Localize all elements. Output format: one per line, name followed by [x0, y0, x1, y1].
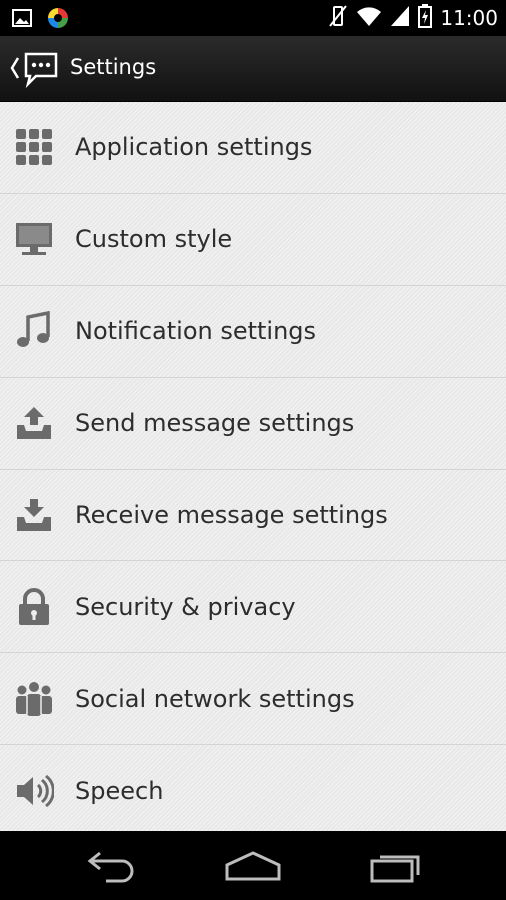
- nav-home-button[interactable]: [223, 849, 283, 885]
- battery-icon: [418, 4, 433, 32]
- page-title: Settings: [70, 55, 157, 79]
- people-icon: [14, 679, 54, 719]
- monitor-icon: [14, 219, 54, 259]
- list-item-label: Social network settings: [75, 684, 355, 713]
- list-item-send-message-settings[interactable]: Send message settings: [0, 378, 506, 470]
- home-nav-icon: [225, 851, 281, 881]
- music-note-icon: [14, 311, 54, 351]
- list-item-social-network-settings[interactable]: Social network settings: [0, 653, 506, 746]
- list-item-receive-message-settings[interactable]: Receive message settings: [0, 470, 506, 562]
- list-item-label: Custom style: [75, 225, 233, 254]
- nav-recents-button[interactable]: [366, 849, 426, 885]
- settings-list: Application settings Custom style Notifi…: [0, 102, 506, 831]
- back-nav-icon: [87, 851, 134, 883]
- grid-icon: [14, 127, 54, 167]
- list-item-label: Notification settings: [75, 317, 317, 346]
- list-item-security-privacy[interactable]: Security & privacy: [0, 561, 506, 654]
- list-item-speech[interactable]: Speech: [0, 745, 506, 831]
- lock-icon: [14, 587, 54, 627]
- recents-nav-icon: [370, 855, 420, 883]
- app-logo-icon: [46, 6, 70, 34]
- receive-tray-icon: [14, 495, 54, 535]
- status-bar: 11:00: [0, 0, 506, 36]
- list-item-label: Send message settings: [75, 409, 355, 438]
- vibrate-icon: [328, 4, 348, 32]
- speaker-icon: [14, 771, 55, 811]
- gallery-icon: [12, 8, 32, 32]
- wifi-icon: [356, 5, 382, 31]
- list-item-label: Receive message settings: [75, 501, 388, 529]
- nav-bar: [0, 831, 506, 900]
- list-item-custom-style[interactable]: Custom style: [0, 194, 506, 286]
- nav-back-button[interactable]: [82, 849, 142, 885]
- chat-bubble-icon: [10, 52, 58, 89]
- send-tray-icon: [14, 403, 54, 443]
- list-item-notification-settings[interactable]: Notification settings: [0, 286, 506, 378]
- action-bar: Settings: [0, 36, 506, 102]
- back-button[interactable]: [10, 50, 64, 90]
- list-item-application-settings[interactable]: Application settings: [0, 102, 506, 194]
- list-item-label: Application settings: [75, 133, 313, 162]
- signal-icon: [390, 5, 410, 31]
- status-time: 11:00: [440, 6, 498, 30]
- list-item-label: Security & privacy: [75, 592, 296, 621]
- list-item-label: Speech: [75, 776, 164, 805]
